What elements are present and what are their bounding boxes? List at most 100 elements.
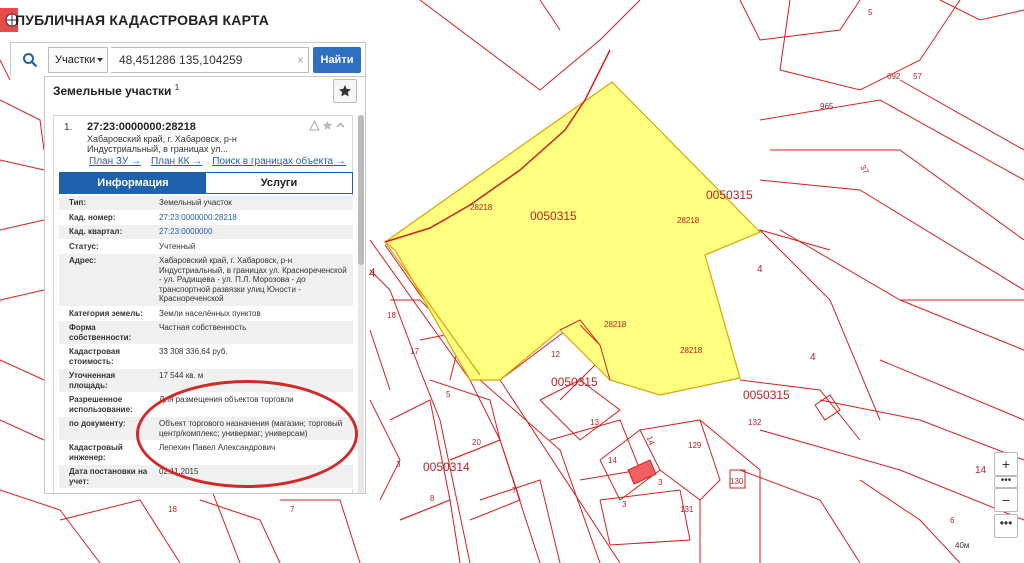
table-row: Форма собственности: Частная собственнос… xyxy=(59,321,353,345)
map-parcel-label: 14 xyxy=(975,465,987,476)
attr-key: по документу: xyxy=(69,419,126,428)
attr-value: Частная собственность xyxy=(159,323,247,332)
results-panel: Земельные участки 1 1. 27:23:0000000:282… xyxy=(44,76,366,494)
warning-icon[interactable] xyxy=(309,120,320,131)
table-row: по документу: Объект торгового назначени… xyxy=(59,417,353,441)
attr-value: Лепехин Павел Александрович xyxy=(159,443,276,452)
results-title-text: Земельные участки xyxy=(53,84,172,98)
plan-zu-link[interactable]: План ЗУ → xyxy=(89,156,141,167)
chevron-up-icon[interactable] xyxy=(335,120,346,131)
attr-value: Хабаровский край, г. Хабаровск, р-н Инду… xyxy=(159,256,347,303)
tab-services[interactable]: Услуги xyxy=(206,173,352,193)
info-tabs: Информация Услуги xyxy=(59,172,353,194)
app-header: ПУБЛИЧНАЯ КАДАСТРОВАЯ КАРТА xyxy=(0,0,370,42)
search-icon[interactable] xyxy=(15,47,45,73)
map-parcel-label: 18 xyxy=(168,505,177,514)
clear-icon[interactable]: × xyxy=(297,48,304,72)
map-quarter-label: 0050315 xyxy=(551,375,598,389)
map-parcel-label: 57 xyxy=(913,72,922,81)
map-parcel-label: 3 xyxy=(622,500,627,509)
attr-key: Адрес: xyxy=(69,256,97,265)
map-parcel-label: 13 xyxy=(590,418,599,427)
map-parcel-label: 20 xyxy=(472,438,481,447)
map-parcel-label: 131 xyxy=(680,505,694,514)
table-row: Адрес: Хабаровский край, г. Хабаровск, р… xyxy=(59,254,353,307)
search-type-select[interactable]: Участки xyxy=(48,47,108,73)
map-parcel-label: 132 xyxy=(748,418,762,427)
attr-key: Разрешенное использование: xyxy=(69,395,133,414)
map-parcel-label: 4 xyxy=(810,352,816,363)
result-actions xyxy=(309,120,346,131)
table-row: Категория земель: Земли населённых пункт… xyxy=(59,306,353,321)
attr-value: Учтенный xyxy=(159,241,196,251)
attr-key: Форма собственности: xyxy=(69,323,132,342)
map-parcel-label: 8 xyxy=(430,494,435,503)
attr-value-link[interactable]: 27:23:0000000 xyxy=(155,225,353,239)
scrollbar-thumb[interactable] xyxy=(358,115,364,265)
attr-key: Кад. квартал: xyxy=(69,227,123,236)
table-row: Кадастровая стоимость: 33 308 336,64 руб… xyxy=(59,345,353,369)
attributes-table: Тип: Земельный участок Кад. номер: 27:23… xyxy=(59,196,353,489)
search-input-value: 48,451286 135,104259 xyxy=(119,53,243,67)
map-parcel-label: 6 xyxy=(950,516,955,525)
attr-value: Земельный участок xyxy=(159,198,232,207)
table-row: Тип: Земельный участок xyxy=(59,196,353,211)
attr-value: Для размещения объектов торговли xyxy=(159,395,294,404)
attr-value: 33 308 336,64 руб. xyxy=(159,347,228,356)
map-parcel-label: 692 xyxy=(887,72,901,81)
table-row: Статус: Учтенный xyxy=(59,239,353,254)
search-in-bounds-link[interactable]: Поиск в границах объекта → xyxy=(212,156,346,167)
map-parcel-label: 3 xyxy=(658,478,663,487)
attr-value: Земли населённых пунктов xyxy=(159,308,261,318)
zoom-out-button[interactable]: − xyxy=(994,488,1018,512)
favorites-button[interactable] xyxy=(333,79,357,103)
attr-key: Статус: xyxy=(69,241,99,251)
map-parcel-label: 3 xyxy=(396,460,401,469)
result-item[interactable]: 1. 27:23:0000000:28218 Хабаровский край,… xyxy=(53,115,353,493)
map-parcel-label: 18 xyxy=(387,311,396,320)
table-row: Кадастровый инженер: Лепехин Павел Алекс… xyxy=(59,441,353,465)
result-index: 1. xyxy=(64,122,73,133)
map-parcel-label: 7 xyxy=(512,486,517,495)
table-row: Кад. квартал: 27:23:0000000 xyxy=(59,225,353,240)
attr-key: Кадастровый инженер: xyxy=(69,443,123,462)
app-title: ПУБЛИЧНАЯ КАДАСТРОВАЯ КАРТА xyxy=(15,12,270,28)
attr-key: Уточненная площадь: xyxy=(69,371,116,390)
result-links: План ЗУ → План КК → Поиск в границах объ… xyxy=(89,156,346,167)
find-button[interactable]: Найти xyxy=(313,47,361,73)
map-quarter-label: 0050315 xyxy=(743,388,790,402)
map-parcel-label: 7 xyxy=(290,505,295,514)
table-row: Уточненная площадь: 17 544 кв. м xyxy=(59,369,353,393)
map-quarter-label: 0050315 xyxy=(530,209,577,223)
zoom-in-button[interactable]: + xyxy=(994,452,1018,476)
table-row: Разрешенное использование: Для размещени… xyxy=(59,393,353,417)
map-parcel-label: 28218 xyxy=(470,203,493,212)
map-quarter-label: 0050314 xyxy=(423,460,470,474)
map-parcel-label: 4 xyxy=(757,264,763,275)
result-cad-number[interactable]: 27:23:0000000:28218 xyxy=(87,121,196,133)
table-row: Кад. номер: 27:23:0000000:28218 xyxy=(59,210,353,225)
attr-value: 02.11.2015 xyxy=(159,467,199,476)
cadastral-map-app: 5 692 57 965 37 0050315 28218 0050315 28… xyxy=(0,0,1024,563)
map-parcel-label: 965 xyxy=(820,102,834,111)
more-tools-button[interactable]: ••• xyxy=(994,514,1018,538)
map-scale: 40м xyxy=(955,541,970,550)
attr-key: Дата постановки на учет: xyxy=(69,467,148,486)
attr-key: Кадастровая стоимость: xyxy=(69,347,121,366)
attr-key: Категория земель: xyxy=(69,308,143,318)
map-parcel-label: 28218 xyxy=(604,320,627,329)
search-type-label: Участки xyxy=(55,54,96,66)
map-parcel-label: 17 xyxy=(410,347,419,356)
plan-kk-link[interactable]: План КК → xyxy=(151,156,202,167)
map-parcel-label: 28218 xyxy=(680,346,703,355)
tab-information[interactable]: Информация xyxy=(60,173,206,193)
star-icon[interactable] xyxy=(322,120,333,131)
results-scrollbar[interactable] xyxy=(358,115,364,493)
search-input[interactable]: 48,451286 135,104259 × xyxy=(111,47,309,73)
attr-value: Объект торгового назначения (магазин; то… xyxy=(159,419,343,438)
map-parcel-label: 28218 xyxy=(677,216,700,225)
map-parcel-label: 129 xyxy=(688,441,702,450)
attr-value-link[interactable]: 27:23:0000000:28218 xyxy=(155,211,353,225)
results-title: Земельные участки 1 xyxy=(53,83,179,98)
star-icon xyxy=(339,85,351,97)
